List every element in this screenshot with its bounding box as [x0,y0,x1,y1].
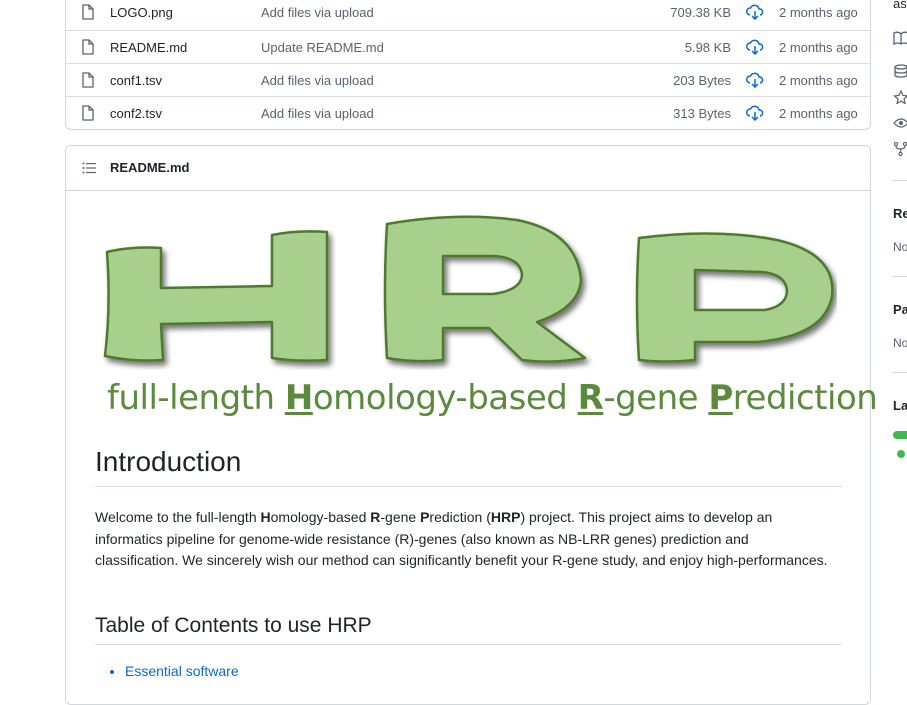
commit-message[interactable]: Add files via upload [261,106,374,121]
star-icon[interactable] [893,90,907,104]
sidebar-divider [893,276,907,277]
file-icon [82,39,94,55]
logo-tagline: full-length Homology-based R-gene Predic… [107,378,878,418]
hrp-logo [103,215,834,363]
file-row[interactable]: README.md Update README.md 5.98 KB 2 mon… [66,30,870,64]
file-name[interactable]: LOGO.png [110,5,173,20]
database-icon[interactable] [893,64,907,78]
logo-letter-p [635,232,834,363]
file-name[interactable]: conf2.tsv [110,106,162,121]
list-icon[interactable] [82,162,96,174]
file-age: 2 months ago [779,5,858,20]
eye-icon[interactable] [893,116,907,130]
releases-heading[interactable]: Re [893,206,907,221]
file-age: 2 months ago [779,40,858,55]
fork-icon[interactable] [893,142,907,156]
download-icon[interactable] [746,72,764,88]
packages-heading[interactable]: Pa [893,302,907,317]
download-icon[interactable] [746,39,764,55]
language-bar [893,431,907,439]
file-size: 5.98 KB [684,40,731,55]
file-name[interactable]: conf1.tsv [110,73,162,88]
sidebar-about-text: as [893,0,907,11]
readme-header: README.md [66,146,870,191]
languages-heading: La [893,398,907,413]
intro-heading: Introduction [95,446,842,487]
intro-paragraph: Welcome to the full-length Homology-base… [95,509,828,568]
logo-letter-r [383,215,587,363]
releases-text: No [893,240,907,254]
packages-text: No [893,336,907,350]
commit-message[interactable]: Update README.md [261,40,384,55]
file-name[interactable]: README.md [110,40,187,55]
readme-title[interactable]: README.md [110,160,189,175]
file-size: 313 Bytes [673,106,731,121]
file-list: LOGO.png Add files via upload 709.38 KB … [65,0,871,130]
download-icon[interactable] [746,105,764,121]
toc-heading: Table of Contents to use HRP [95,614,842,645]
file-age: 2 months ago [779,73,858,88]
file-icon [82,72,94,88]
file-icon [82,105,94,121]
sidebar-divider [893,180,907,181]
file-row[interactable]: LOGO.png Add files via upload 709.38 KB … [66,0,870,29]
book-icon[interactable] [893,31,907,45]
file-size: 709.38 KB [670,5,731,20]
download-icon[interactable] [746,4,764,20]
sidebar-divider [893,372,907,373]
file-row[interactable]: conf1.tsv Add files via upload 203 Bytes… [66,63,870,97]
commit-message[interactable]: Add files via upload [261,5,374,20]
list-item: Essential software [125,663,239,679]
toc-list: Essential software [95,663,239,679]
logo-letter-h [103,230,329,362]
file-row[interactable]: conf2.tsv Add files via upload 313 Bytes… [66,96,870,130]
toc-link-essential-software[interactable]: Essential software [125,663,239,679]
file-icon [82,4,94,20]
commit-message[interactable]: Add files via upload [261,73,374,88]
file-size: 203 Bytes [673,73,731,88]
file-age: 2 months ago [779,106,858,121]
language-dot [897,450,905,458]
